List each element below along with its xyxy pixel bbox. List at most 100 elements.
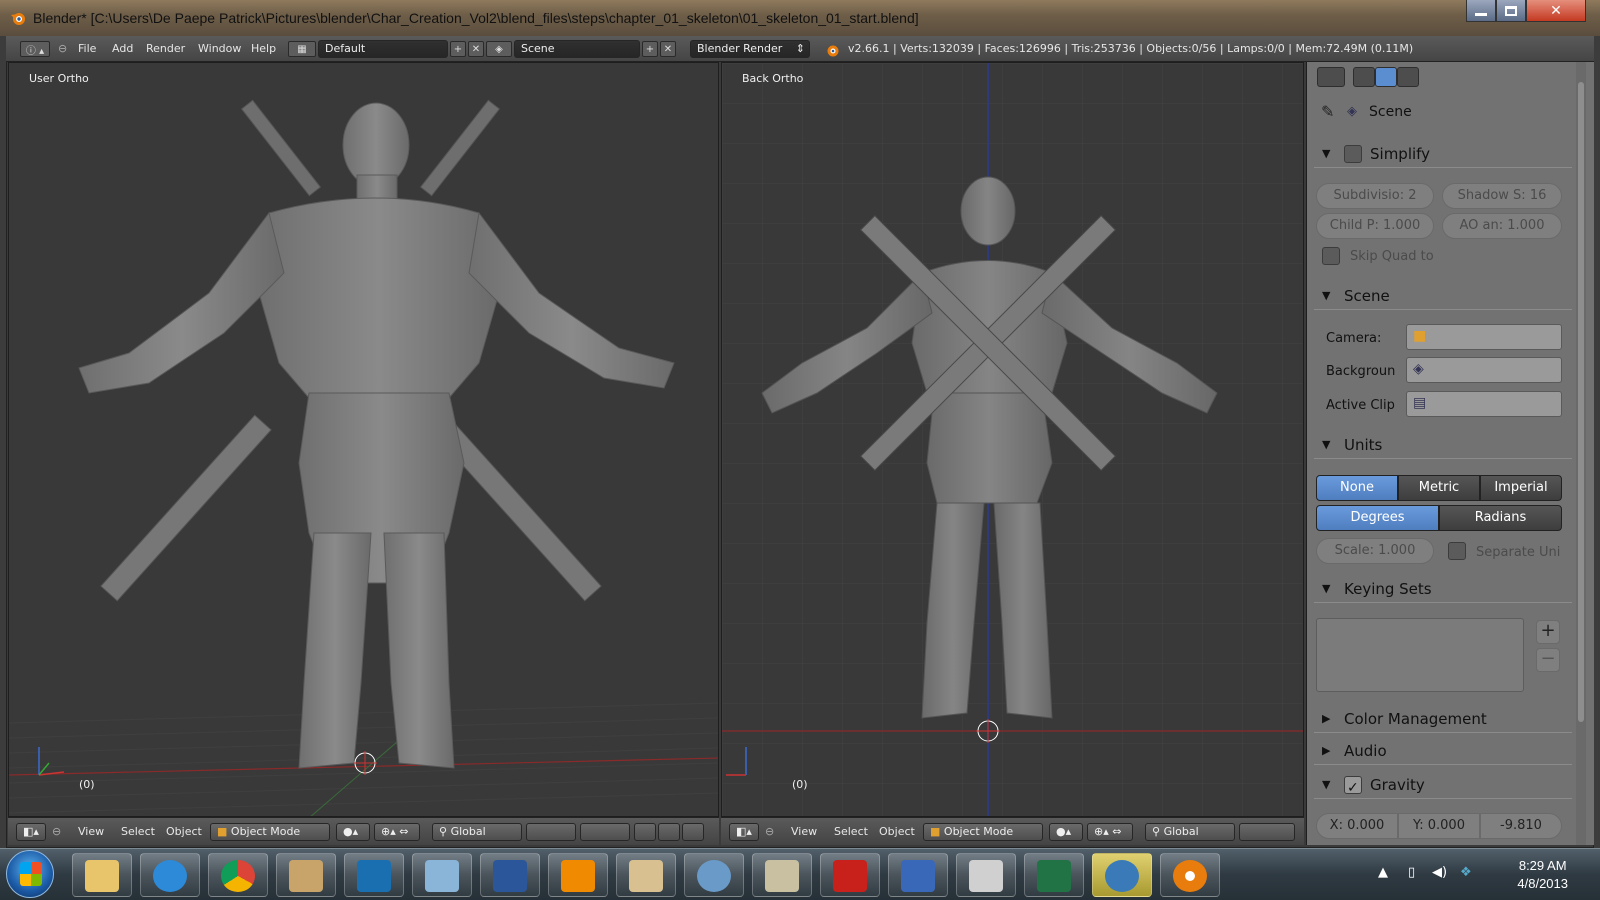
pin-icon[interactable]: ✎ (1321, 102, 1334, 121)
pivot-select[interactable]: ⊕▴ ⇔ (1087, 823, 1133, 841)
taskbar-app-ie[interactable] (140, 853, 200, 897)
scrollbar[interactable] (1576, 62, 1586, 845)
editor-type-button[interactable]: ⓘ ▴ (20, 41, 50, 57)
screen-layout-field[interactable]: Default (318, 40, 448, 58)
dropbox-icon[interactable]: ❖ (1460, 865, 1472, 880)
gravity-y-field[interactable]: Y: 0.000 (1398, 813, 1480, 839)
panel-header-scene[interactable]: ▼ Scene (1314, 282, 1572, 310)
menu-view[interactable]: View (78, 823, 104, 841)
menu-view[interactable]: View (791, 823, 817, 841)
orientation-select[interactable]: ⚲ Global (432, 823, 522, 841)
show-hidden-icons[interactable]: ▲ (1378, 865, 1388, 880)
menu-file[interactable]: File (78, 39, 96, 59)
keying-sets-list[interactable] (1316, 618, 1524, 692)
taskbar-app-files[interactable] (956, 853, 1016, 897)
taskbar-app-excel[interactable] (1024, 853, 1084, 897)
render-preview-icon[interactable] (682, 823, 704, 841)
world-tab-icon[interactable] (1397, 67, 1419, 87)
taskbar-app-word[interactable] (480, 853, 540, 897)
menu-object[interactable]: Object (879, 823, 915, 841)
panel-header-gravity[interactable]: ▼ ✓ Gravity (1314, 771, 1572, 799)
panel-header-keying-sets[interactable]: ▼ Keying Sets (1314, 575, 1572, 603)
volume-icon[interactable]: ◀) (1432, 865, 1447, 880)
simplify-checkbox[interactable] (1344, 145, 1362, 163)
remove-scene-icon[interactable]: ✕ (660, 41, 676, 57)
menu-select[interactable]: Select (834, 823, 868, 841)
background-field[interactable]: ◈ (1406, 357, 1562, 383)
viewport-back-ortho[interactable]: Back Ortho (0) (721, 62, 1304, 817)
menu-window[interactable]: Window (198, 39, 241, 59)
gravity-x-field[interactable]: X: 0.000 (1316, 813, 1398, 839)
minimize-button[interactable] (1466, 0, 1496, 22)
mode-select[interactable]: ■ Object Mode (210, 823, 330, 841)
editor-type-button[interactable] (1317, 67, 1345, 87)
scene-tab-icon[interactable] (1375, 67, 1397, 87)
system-clock[interactable]: 8:29 AM 4/8/2013 (1517, 857, 1568, 893)
menu-object[interactable]: Object (166, 823, 202, 841)
menu-select[interactable]: Select (121, 823, 155, 841)
panel-header-color-management[interactable]: ▶ Color Management (1314, 705, 1572, 733)
panel-header-simplify[interactable]: ▼ Simplify (1314, 140, 1572, 168)
unit-scale-field[interactable]: Scale: 1.000 (1316, 538, 1434, 564)
device-icon[interactable]: ▯ (1408, 865, 1415, 880)
panel-header-units[interactable]: ▼ Units (1314, 431, 1572, 459)
remove-keying-set-button[interactable]: − (1536, 648, 1560, 672)
close-button[interactable]: ✕ (1526, 0, 1586, 22)
layers-1[interactable] (1239, 823, 1295, 841)
separate-units-checkbox[interactable] (1448, 542, 1466, 560)
screen-layout-icon[interactable]: ▦ (288, 41, 316, 57)
menu-help[interactable]: Help (251, 39, 276, 59)
skip-quad-checkbox[interactable] (1322, 247, 1340, 265)
taskbar-app-vlc[interactable] (548, 853, 608, 897)
menu-render[interactable]: Render (146, 39, 185, 59)
rotation-degrees[interactable]: Degrees (1316, 505, 1439, 531)
unit-system-metric[interactable]: Metric (1398, 475, 1480, 501)
shadow-samples-field[interactable]: Shadow S: 16 (1442, 183, 1562, 209)
layers-2[interactable] (580, 823, 630, 841)
collapse-menu-icon[interactable]: ⊖ (52, 823, 61, 841)
mode-select[interactable]: ■ Object Mode (923, 823, 1043, 841)
panel-header-audio[interactable]: ▶ Audio (1314, 737, 1572, 765)
taskbar-app-speed[interactable] (684, 853, 744, 897)
orientation-select[interactable]: ⚲ Global (1145, 823, 1235, 841)
taskbar-app-blender[interactable] (1160, 853, 1220, 897)
gravity-z-field[interactable]: -9.810 (1480, 813, 1562, 839)
taskbar-app-chrome[interactable] (208, 853, 268, 897)
remove-screen-icon[interactable]: ✕ (468, 41, 484, 57)
window-titlebar[interactable]: Blender* [C:\Users\De Paepe Patrick\Pict… (0, 0, 1600, 36)
collapse-menu-icon[interactable]: ⊖ (765, 823, 774, 841)
collapse-menu-icon[interactable]: ⊖ (58, 39, 67, 59)
subdivision-field[interactable]: Subdivisio: 2 (1316, 183, 1434, 209)
viewport-user-ortho[interactable]: User Ortho (0) (8, 62, 719, 817)
ao-bounces-field[interactable]: AO an: 1.000 (1442, 213, 1562, 239)
start-button[interactable] (6, 850, 54, 898)
camera-field[interactable]: ■ (1406, 324, 1562, 350)
maximize-button[interactable] (1496, 0, 1526, 22)
taskbar-app-pdf[interactable] (820, 853, 880, 897)
taskbar-app-paint[interactable] (752, 853, 812, 897)
taskbar-app-castle[interactable] (888, 853, 948, 897)
layers-1[interactable] (526, 823, 576, 841)
render-engine-select[interactable]: Blender Render ⇕ (690, 40, 810, 58)
scene-selector-icon[interactable]: ◈ (486, 41, 512, 57)
unit-system-none[interactable]: None (1316, 475, 1398, 501)
unit-system-imperial[interactable]: Imperial (1480, 475, 1562, 501)
taskbar-app-explorer[interactable] (72, 853, 132, 897)
editor-type-button[interactable]: ◧▴ (729, 823, 759, 841)
child-particles-field[interactable]: Child P: 1.000 (1316, 213, 1434, 239)
pivot-select[interactable]: ⊕▴ ⇔ (374, 823, 420, 841)
gravity-checkbox[interactable]: ✓ (1344, 776, 1362, 796)
add-keying-set-button[interactable]: + (1536, 620, 1560, 644)
taskbar-app-photos[interactable] (616, 853, 676, 897)
menu-add[interactable]: Add (112, 39, 133, 59)
lock-icon[interactable] (634, 823, 656, 841)
taskbar-app-bs[interactable] (1092, 853, 1152, 897)
taskbar-app-hp[interactable] (344, 853, 404, 897)
taskbar-app-monitor[interactable] (412, 853, 472, 897)
shading-select[interactable]: ●▴ (1049, 823, 1083, 841)
snap-icon[interactable] (658, 823, 680, 841)
editor-type-button[interactable]: ◧▴ (16, 823, 46, 841)
shading-select[interactable]: ●▴ (336, 823, 370, 841)
render-tab-icon[interactable] (1353, 67, 1375, 87)
active-clip-field[interactable]: ▤ (1406, 391, 1562, 417)
